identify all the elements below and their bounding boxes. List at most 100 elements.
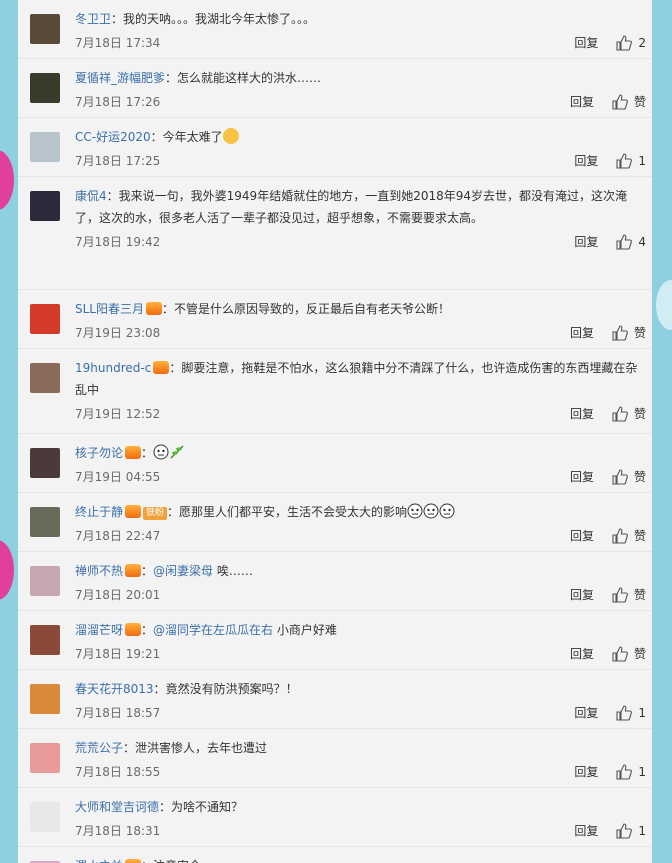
like-button[interactable]: 赞	[612, 582, 646, 608]
username-link[interactable]: 大师和堂吉诃德	[75, 800, 159, 814]
comment-actions: 回复 1	[574, 700, 646, 726]
like-button[interactable]: 4	[616, 229, 646, 255]
like-button[interactable]: 赞	[612, 641, 646, 667]
like-count: 赞	[633, 588, 646, 602]
avatar[interactable]	[30, 625, 60, 655]
comment-text: 渭水之兰 ：注意安全	[75, 847, 652, 863]
comment-meta: 7月18日 19:42 回复 4	[75, 229, 652, 255]
thumbs-up-icon	[612, 586, 628, 603]
avatar[interactable]	[30, 73, 60, 103]
mention-link[interactable]: @溜同学在左瓜瓜在右	[153, 623, 273, 637]
avatar[interactable]	[30, 507, 60, 537]
reply-button[interactable]: 回复	[570, 523, 594, 549]
comment-actions: 回复 赞	[570, 523, 646, 549]
comment-time: 7月18日 19:21	[75, 647, 161, 661]
reply-button[interactable]: 回复	[570, 582, 594, 608]
username-link[interactable]: 康侃4	[75, 189, 107, 203]
reply-button[interactable]: 回复	[570, 401, 594, 427]
like-count: 1	[638, 765, 646, 779]
vip-badge-icon	[125, 859, 142, 863]
reply-button[interactable]: 回复	[570, 320, 594, 346]
like-count: 赞	[633, 529, 646, 543]
comment-actions: 回复 1	[574, 818, 646, 844]
avatar[interactable]	[30, 684, 60, 714]
username-link[interactable]: 夏循祥_游幅肥爹	[75, 71, 165, 85]
comment-content: 我的天呐。。。我湖北今年太惨了。。。	[123, 12, 316, 26]
avatar[interactable]	[30, 802, 60, 832]
comment-meta: 7月19日 12:52 回复 赞	[75, 401, 652, 427]
comment-colon: ：	[141, 623, 154, 637]
avatar[interactable]	[30, 448, 60, 478]
comment-colon: ：	[106, 189, 119, 203]
comment-actions: 回复 1	[574, 759, 646, 785]
comment-meta: 7月19日 04:55 回复 赞	[75, 464, 652, 490]
reply-button[interactable]: 回复	[570, 464, 594, 490]
comment-meta: 7月18日 18:31 回复 1	[75, 818, 652, 844]
comment-colon: ：	[150, 130, 163, 144]
comment-text: 荒荒公子：泄洪害惨人，去年也遭过	[75, 729, 652, 759]
username-link[interactable]: 溜溜芒呀	[75, 623, 123, 637]
username-link[interactable]: 春天花开8013	[75, 682, 154, 696]
reply-button[interactable]: 回复	[574, 148, 598, 174]
avatar[interactable]	[30, 191, 60, 221]
comment-colon: ：	[162, 302, 175, 316]
username-link[interactable]: CC-好运2020	[75, 130, 151, 144]
like-button[interactable]: 1	[616, 148, 646, 174]
username-link[interactable]: SLL阳春三月	[75, 302, 144, 316]
avatar[interactable]	[30, 304, 60, 334]
like-button[interactable]: 赞	[612, 464, 646, 490]
avatar[interactable]	[30, 363, 60, 393]
reply-button[interactable]: 回复	[570, 89, 594, 115]
comment-text: 终止于静 铁粉 ：愿那里人们都平安，生活不会受太大的影响	[75, 493, 652, 523]
avatar[interactable]	[30, 566, 60, 596]
username-link[interactable]: 渭水之兰	[75, 859, 123, 863]
like-button[interactable]: 赞	[612, 89, 646, 115]
comment-actions: 回复 1	[574, 148, 646, 174]
like-button[interactable]: 赞	[612, 523, 646, 549]
comment-content: 注意安全	[153, 859, 201, 863]
comment-content: 泄洪害惨人，去年也遭过	[135, 741, 268, 755]
comment-time: 7月19日 04:55	[75, 470, 161, 484]
username-link[interactable]: 荒荒公子	[75, 741, 123, 755]
like-button[interactable]: 1	[616, 759, 646, 785]
comment-time: 7月18日 18:55	[75, 765, 161, 779]
thumbs-up-icon	[612, 468, 628, 485]
like-count: 1	[638, 154, 646, 168]
comment-actions: 回复 4	[574, 229, 646, 255]
comment-text: 禅师不热 ：@闲妻梁母 唉……	[75, 552, 652, 582]
comment-text: 冬卫卫：我的天呐。。。我湖北今年太惨了。。。	[75, 0, 652, 30]
like-button[interactable]: 1	[616, 818, 646, 844]
thumbs-up-icon	[616, 233, 633, 250]
avatar[interactable]	[30, 14, 60, 44]
username-link[interactable]: 核子勿论	[75, 446, 123, 460]
avatar[interactable]	[30, 132, 60, 162]
vip-badge-icon	[125, 623, 142, 636]
comment-time: 7月18日 20:01	[75, 588, 161, 602]
like-button[interactable]: 赞	[612, 401, 646, 427]
like-count: 1	[638, 824, 646, 838]
comment-text: 夏循祥_游幅肥爹：怎么就能这样大的洪水……	[75, 59, 652, 89]
reply-button[interactable]: 回复	[574, 818, 598, 844]
username-link[interactable]: 冬卫卫	[75, 12, 111, 26]
reply-button[interactable]: 回复	[574, 759, 598, 785]
reply-button[interactable]: 回复	[570, 641, 594, 667]
reply-button[interactable]: 回复	[574, 229, 598, 255]
avatar[interactable]	[30, 743, 60, 773]
reply-button[interactable]: 回复	[574, 30, 598, 56]
like-button[interactable]: 赞	[612, 320, 646, 346]
like-button[interactable]: 2	[616, 30, 646, 56]
username-link[interactable]: 禅师不热	[75, 564, 123, 578]
comment-colon: ：	[111, 12, 124, 26]
comment-item: 禅师不热 ：@闲妻梁母 唉…… 7月18日 20:01 回复 赞	[18, 552, 652, 611]
username-link[interactable]: 19hundred-c	[75, 361, 151, 375]
comment-colon: ：	[165, 71, 178, 85]
comment-content: 不管是什么原因导致的，反正最后自有老天爷公断！	[174, 302, 451, 316]
comment-item: 夏循祥_游幅肥爹：怎么就能这样大的洪水…… 7月18日 17:26 回复 赞	[18, 59, 652, 118]
comment-time: 7月18日 17:34	[75, 36, 161, 50]
mention-link[interactable]: @闲妻梁母	[153, 564, 213, 578]
reply-button[interactable]: 回复	[574, 700, 598, 726]
username-link[interactable]: 终止于静	[75, 505, 123, 519]
like-button[interactable]: 1	[616, 700, 646, 726]
like-count: 赞	[633, 470, 646, 484]
crying-face-emoji-icon	[439, 503, 455, 519]
